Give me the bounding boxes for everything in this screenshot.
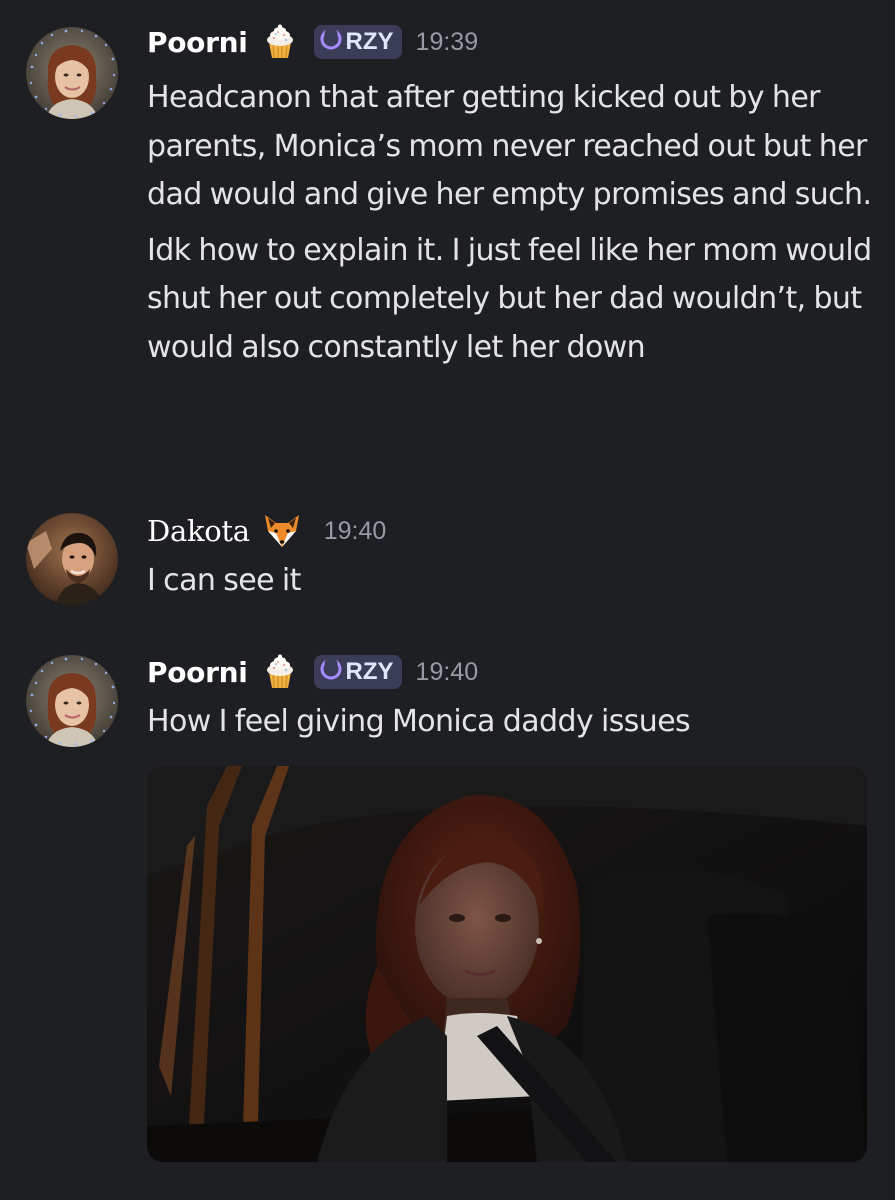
timestamp[interactable]: 19:40 [324,517,387,546]
avatar[interactable] [26,655,118,747]
timestamp[interactable]: 19:40 [416,658,479,687]
username[interactable]: Poorni [147,26,248,59]
message-paragraph: Idk how to explain it. I just feel like … [147,232,872,365]
guild-tag-label: RZY [345,658,394,685]
avatar[interactable] [26,513,118,605]
guild-tag-badge[interactable]: RZY [313,655,402,689]
username[interactable]: Poorni [147,656,248,689]
fox-icon [262,511,302,551]
cupcake-icon [260,22,300,62]
message-content: Headcanon that after getting kicked out … [147,74,877,372]
moon-icon [320,657,342,687]
message-content: I can see it [147,557,877,606]
message-paragraph: How I feel giving Monica daddy issues [147,704,691,739]
image-attachment[interactable] [147,766,867,1162]
timestamp[interactable]: 19:39 [416,28,479,57]
message-paragraph: I can see it [147,563,301,598]
username[interactable]: Dakota [147,514,250,548]
guild-tag-label: RZY [345,28,394,55]
avatar[interactable] [26,27,118,119]
message-content: How I feel giving Monica daddy issues [147,698,877,747]
guild-tag-badge[interactable]: RZY [313,25,402,59]
moon-icon [320,27,342,57]
cupcake-icon [260,652,300,692]
message-paragraph: Headcanon that after getting kicked out … [147,80,872,212]
